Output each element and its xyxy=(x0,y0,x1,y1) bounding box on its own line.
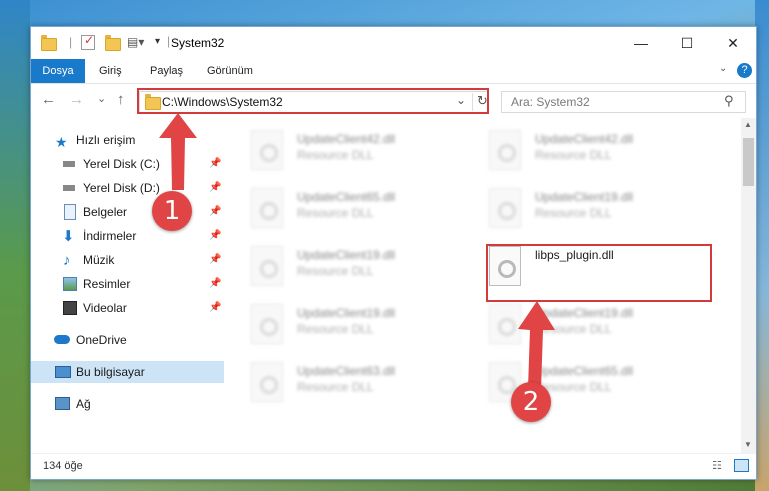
step-2-marker: 2 xyxy=(511,382,551,422)
arrow-1 xyxy=(159,113,197,190)
arrow-2 xyxy=(518,301,555,390)
step-1-marker: 1 xyxy=(152,191,192,231)
annotation-arrows xyxy=(159,113,555,390)
